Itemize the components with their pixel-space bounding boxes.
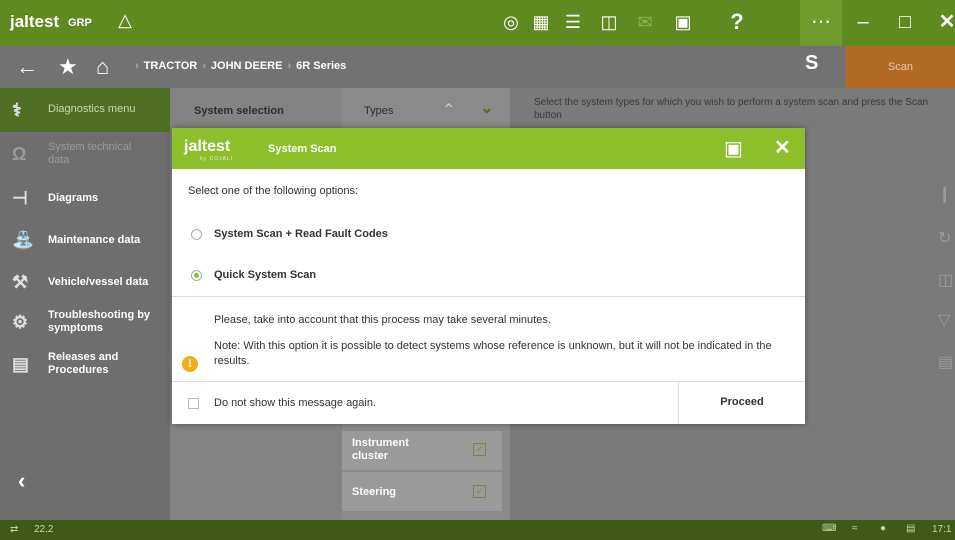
- mail-icon[interactable]: ✉: [632, 12, 658, 33]
- sidebar: ⚕ Diagnostics menu Ω System technical da…: [0, 88, 170, 520]
- document-icon[interactable]: ▦: [528, 12, 554, 33]
- warning-icon: !: [182, 356, 198, 372]
- dialog-prompt: Select one of the following options:: [188, 185, 359, 197]
- list-item[interactable]: Instrument cluster ✓: [342, 430, 502, 470]
- sidebar-item-system-technical-data[interactable]: Ω System technical data: [0, 134, 170, 174]
- camera-icon[interactable]: ▣: [670, 12, 696, 33]
- group-label: GRP: [68, 17, 92, 29]
- breadcrumb-item[interactable]: JOHN DEERE: [211, 60, 283, 72]
- list-icon[interactable]: ☰: [560, 12, 586, 33]
- sidebar-item-maintenance-data[interactable]: ⛲ Maintenance data: [0, 220, 170, 260]
- diagnostics-icon: ⚕: [12, 100, 22, 120]
- checkbox-checked-icon[interactable]: ✓: [473, 485, 486, 498]
- keyboard-icon[interactable]: ⌨: [822, 523, 836, 534]
- calendar-icon[interactable]: ▤: [906, 523, 915, 534]
- proceed-button[interactable]: Proceed: [678, 381, 805, 424]
- apps-icon[interactable]: ⋯: [800, 0, 842, 46]
- clock-label: 17:1: [932, 524, 952, 535]
- system-selection-header: System selection: [194, 105, 284, 117]
- troubleshooting-icon: ⚙: [12, 312, 29, 332]
- minimize-icon[interactable]: –: [842, 0, 884, 46]
- dialog-title: System Scan: [268, 143, 337, 155]
- camera-icon[interactable]: ▣: [724, 136, 743, 161]
- collapse-chevron-icon[interactable]: ‹: [18, 468, 25, 494]
- sidebar-item-diagnostics-menu[interactable]: ⚕ Diagnostics menu: [0, 88, 170, 132]
- checkbox-checked-icon[interactable]: ✓: [473, 443, 486, 456]
- jaltest-logo: jaltest: [184, 138, 231, 155]
- radio-quick-scan[interactable]: [191, 270, 202, 281]
- checkbox-label[interactable]: Do not show this message again.: [214, 397, 376, 409]
- top-bar: jaltest GRP △ ◎ ▦ ☰ ◫ ✉ ▣ ? ⋯ – □ ✕: [0, 0, 955, 46]
- breadcrumb-item[interactable]: TRACTOR: [144, 60, 198, 72]
- wrench-icon: ⚒: [12, 272, 29, 292]
- oil-can-icon: ⛲: [12, 230, 35, 250]
- chevron-up-icon[interactable]: ⌃: [442, 100, 455, 120]
- procedures-icon: ▤: [12, 354, 30, 374]
- technical-data-icon: Ω: [12, 144, 27, 164]
- breadcrumb-item[interactable]: 6R Series: [296, 60, 346, 72]
- report-icon[interactable]: ▤: [938, 352, 953, 372]
- delete-icon[interactable]: ◫: [938, 270, 953, 290]
- sidebar-item-diagrams[interactable]: ⊣ Diagrams: [0, 178, 170, 218]
- divider: [172, 296, 805, 297]
- status-bar: ⇄ 22.2 ⌨ ≈ ● ▤ 17:1: [0, 520, 955, 540]
- home-icon[interactable]: ⌂: [96, 54, 109, 80]
- scan-button[interactable]: Scan: [846, 46, 955, 88]
- diagram-icon: ⊣: [12, 188, 28, 208]
- network-icon[interactable]: △: [112, 10, 138, 31]
- help-icon[interactable]: ?: [724, 9, 750, 35]
- option-label[interactable]: Quick System Scan: [214, 269, 316, 281]
- radio-full-scan[interactable]: [191, 229, 202, 240]
- sidebar-item-vehicle-vessel-data[interactable]: ⚒ Vehicle/vessel data: [0, 262, 170, 302]
- breadcrumb: › TRACTOR › JOHN DEERE › 6R Series: [135, 60, 347, 72]
- scan-instructions: Select the system types for which you wi…: [534, 97, 929, 121]
- back-arrow-icon[interactable]: ←: [16, 54, 38, 80]
- logo-subtitle: by COJALI: [200, 156, 234, 162]
- warning-text: Please, take into account that this proc…: [214, 314, 551, 326]
- chevron-down-icon[interactable]: ⌄: [480, 98, 493, 118]
- usb-icon: ⇄: [10, 524, 19, 535]
- trash-icon[interactable]: ◫: [596, 12, 622, 33]
- maximize-icon[interactable]: □: [884, 0, 926, 46]
- close-icon[interactable]: ✕: [926, 0, 955, 46]
- globe-icon[interactable]: ◎: [498, 12, 524, 33]
- dialog-header: jaltest by COJALI System Scan ▣ ✕: [172, 128, 805, 169]
- dont-show-checkbox[interactable]: [188, 398, 199, 409]
- list-item[interactable]: Steering ✓: [342, 471, 502, 511]
- jaltest-logo: jaltest: [10, 12, 60, 31]
- refresh-icon[interactable]: ↻: [938, 228, 951, 248]
- system-scan-dialog: jaltest by COJALI System Scan ▣ ✕ Select…: [172, 128, 805, 424]
- route-icon[interactable]: S: [805, 52, 818, 75]
- pause-icon[interactable]: ❙: [938, 184, 951, 204]
- sidebar-item-releases-procedures[interactable]: ▤ Releases and Procedures: [0, 344, 170, 384]
- filter-icon[interactable]: ▽: [938, 310, 950, 330]
- warning-note: Note: With this option it is possible to…: [214, 340, 772, 367]
- user-icon[interactable]: ●: [880, 523, 886, 534]
- wifi-icon: ≈: [852, 523, 858, 534]
- types-header: Types: [364, 105, 394, 117]
- close-icon[interactable]: ✕: [774, 135, 791, 160]
- favorite-star-icon[interactable]: ★: [58, 54, 78, 80]
- version-label: 22.2: [34, 524, 54, 535]
- sidebar-item-troubleshooting[interactable]: ⚙ Troubleshooting by symptoms: [0, 302, 170, 342]
- option-label[interactable]: System Scan + Read Fault Codes: [214, 228, 388, 240]
